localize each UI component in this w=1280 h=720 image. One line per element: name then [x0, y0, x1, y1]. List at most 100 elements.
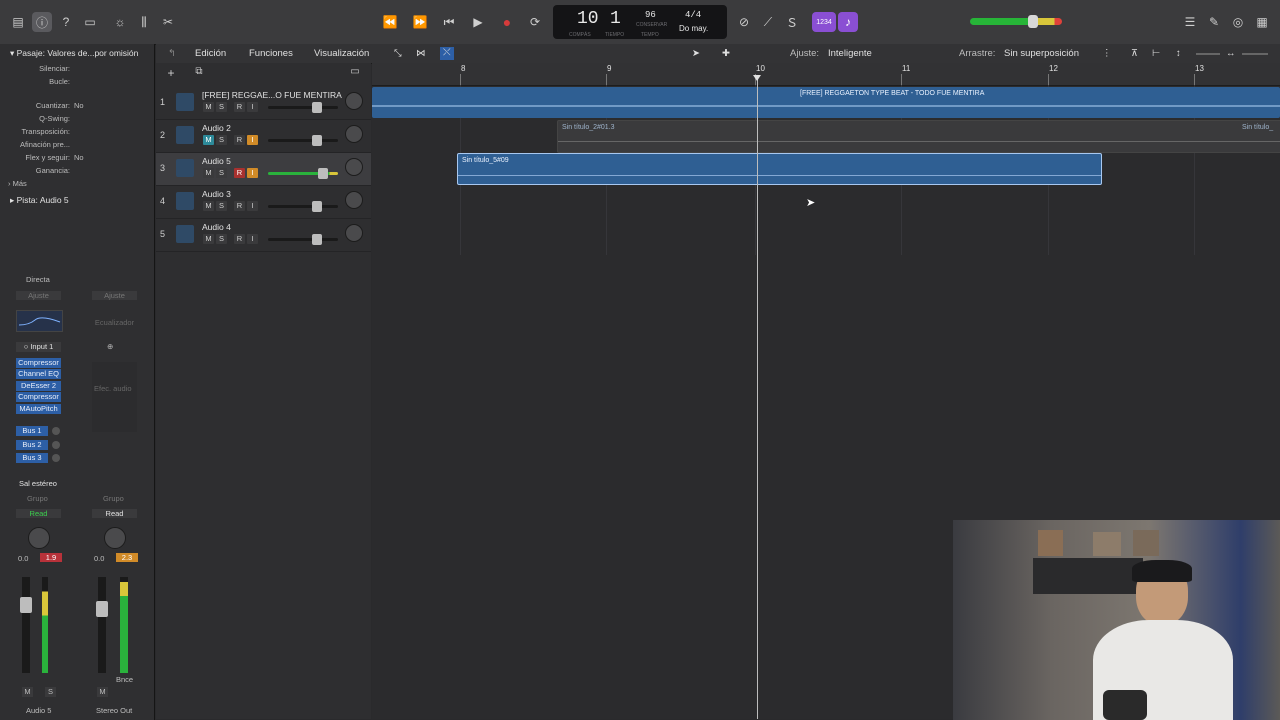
strip1-group[interactable]: Grupo	[27, 494, 48, 503]
strip1-direct[interactable]: Directa	[26, 275, 50, 284]
output-slot[interactable]: Sal estéreo	[19, 479, 57, 488]
metronome-icon[interactable]: ♪	[838, 12, 858, 32]
track-volume-fader[interactable]	[268, 168, 338, 179]
playhead-handle[interactable]	[753, 75, 761, 81]
track-pan-knob[interactable]	[345, 158, 363, 176]
eq-thumbnail[interactable]	[16, 310, 63, 332]
global-tracks-icon[interactable]: ▭	[348, 66, 362, 80]
plugin-slot[interactable]: MAutoPitch	[16, 403, 61, 414]
go-to-start-button[interactable]: ⏮	[439, 12, 459, 32]
pointer-tool-icon[interactable]: ➤	[692, 48, 700, 59]
horizontal-zoom-icon[interactable]: ↔	[1226, 48, 1236, 59]
track-header[interactable]: 5 Audio 4 M S R I	[156, 219, 371, 252]
mute-button[interactable]: M	[203, 234, 214, 244]
region-beat[interactable]: [FREE] REGGAETON TYPE BEAT - TODO FUE ME…	[372, 87, 1280, 118]
editors-icon[interactable]: ✂	[158, 12, 178, 32]
replace-icon[interactable]: ⊘	[734, 12, 754, 32]
track-name[interactable]: Audio 3	[202, 189, 231, 199]
strip2-setting-button[interactable]: Ajuste	[92, 291, 137, 300]
lcd-display[interactable]: 10 1 COMPÁS TIEMPO 96 CONSERVAR TEMPO 4/…	[553, 5, 727, 39]
mixer-icon[interactable]: ⫼	[134, 12, 154, 32]
inspector-icon[interactable]: ⓘ	[32, 12, 52, 32]
send-slot[interactable]: Bus 1	[16, 426, 48, 436]
lcd-signature[interactable]: 4/4	[685, 10, 701, 20]
quick-help-icon[interactable]: ?	[56, 12, 76, 32]
send-slot[interactable]: Bus 3	[16, 453, 48, 463]
plugin-slot[interactable]: Channel EQ	[16, 369, 61, 380]
strip1-mute-button[interactable]: M	[22, 687, 33, 697]
horizontal-zoom-slider[interactable]	[1242, 53, 1268, 55]
record-button[interactable]: ●	[497, 12, 517, 32]
mute-button[interactable]: M	[203, 102, 214, 112]
smart-controls-icon[interactable]: ☼	[110, 12, 130, 32]
mute-button[interactable]: M	[203, 201, 214, 211]
record-enable-button[interactable]: R	[234, 234, 245, 244]
strip1-fader-handle[interactable]	[20, 597, 32, 613]
track-name[interactable]: Audio 4	[202, 222, 231, 232]
strip2-fx-area[interactable]	[92, 362, 137, 432]
playhead[interactable]	[757, 75, 758, 719]
forward-button[interactable]: ⏩	[410, 12, 430, 32]
duplicate-track-icon[interactable]: ⧉	[192, 66, 206, 80]
region-inspector-header[interactable]: ▾ Pasaje: Valores de...por omisión	[10, 48, 138, 59]
track-volume-fader[interactable]	[268, 102, 338, 113]
flex-icon[interactable]: ⋈	[416, 48, 426, 59]
toolbar-toggle-icon[interactable]: ▭	[80, 12, 100, 32]
plugin-slot[interactable]: Compressor	[16, 358, 61, 368]
tuner-icon[interactable]: ⟋	[758, 12, 778, 32]
loop-browser-icon[interactable]: ◎	[1228, 12, 1248, 32]
strip2-pan-knob[interactable]	[104, 527, 126, 549]
track-pan-knob[interactable]	[345, 92, 363, 110]
track-name[interactable]: Audio 5	[202, 156, 231, 166]
master-volume-slider[interactable]	[970, 15, 1062, 28]
strip2-eq-slot[interactable]: Ecualizador	[92, 318, 137, 327]
plugin-slot[interactable]: DeEsser 2	[16, 380, 61, 391]
bar-ruler[interactable]: 8 9 10 11 12 13	[372, 63, 1280, 86]
send-slot[interactable]: Bus 2	[16, 439, 48, 450]
input-monitor-button[interactable]: I	[247, 168, 258, 178]
strip1-automation[interactable]: Read	[16, 509, 61, 518]
inspector-row-value[interactable]: No	[74, 101, 84, 110]
track-volume-handle[interactable]	[318, 168, 328, 179]
input-slot[interactable]: ○ Input 1	[16, 342, 61, 352]
solo-button[interactable]: S	[216, 168, 227, 178]
strip1-solo-button[interactable]: S	[45, 687, 56, 697]
library-icon[interactable]: ▤	[8, 12, 28, 32]
solo-button[interactable]: S	[216, 234, 227, 244]
region-take2[interactable]: Sin título_2#01.3 Sin título_	[557, 120, 1280, 153]
inspector-row-value[interactable]: No	[74, 153, 84, 162]
solo-button[interactable]: S	[216, 135, 227, 145]
rewind-button[interactable]: ⏪	[380, 12, 400, 32]
catch-icon[interactable]: ⤬	[440, 47, 454, 60]
strip1-fader-track[interactable]	[20, 577, 32, 673]
lcd-tempo[interactable]: 96	[645, 10, 656, 20]
send-level-knob[interactable]	[52, 454, 60, 462]
record-enable-button[interactable]: R	[234, 135, 245, 145]
track-volume-handle[interactable]	[312, 102, 322, 113]
track-header[interactable]: 4 Audio 3 M S R I	[156, 186, 371, 219]
track-volume-handle[interactable]	[312, 135, 322, 146]
solo-button[interactable]: S	[216, 201, 227, 211]
list-editors-icon[interactable]: ☰	[1180, 12, 1200, 32]
plugin-slot[interactable]: Compressor	[16, 392, 61, 403]
track-pan-knob[interactable]	[345, 125, 363, 143]
vertical-zoom-slider[interactable]	[1196, 53, 1220, 55]
record-enable-button[interactable]: R	[234, 102, 245, 112]
play-button[interactable]: ▶	[468, 12, 488, 32]
track-volume-handle[interactable]	[312, 234, 322, 245]
strip2-group[interactable]: Grupo	[103, 494, 124, 503]
menu-view[interactable]: Visualización	[314, 48, 369, 59]
input-monitor-button[interactable]: I	[247, 102, 258, 112]
track-pan-knob[interactable]	[345, 191, 363, 209]
waveform-zoom-icon[interactable]: ⋮	[1102, 48, 1112, 59]
strip2-fader-track[interactable]	[96, 577, 108, 673]
track-pan-knob[interactable]	[345, 224, 363, 242]
record-enable-button[interactable]: R	[234, 201, 245, 211]
menu-edit[interactable]: Edición	[195, 48, 226, 59]
master-volume-handle[interactable]	[1028, 15, 1038, 28]
menu-functions[interactable]: Funciones	[249, 48, 293, 59]
browsers-icon[interactable]: ▦	[1252, 12, 1272, 32]
mute-button[interactable]: M	[203, 168, 214, 178]
record-enable-button[interactable]: R	[234, 168, 245, 178]
track-header[interactable]: 3 Audio 5 M S R I	[156, 153, 371, 186]
